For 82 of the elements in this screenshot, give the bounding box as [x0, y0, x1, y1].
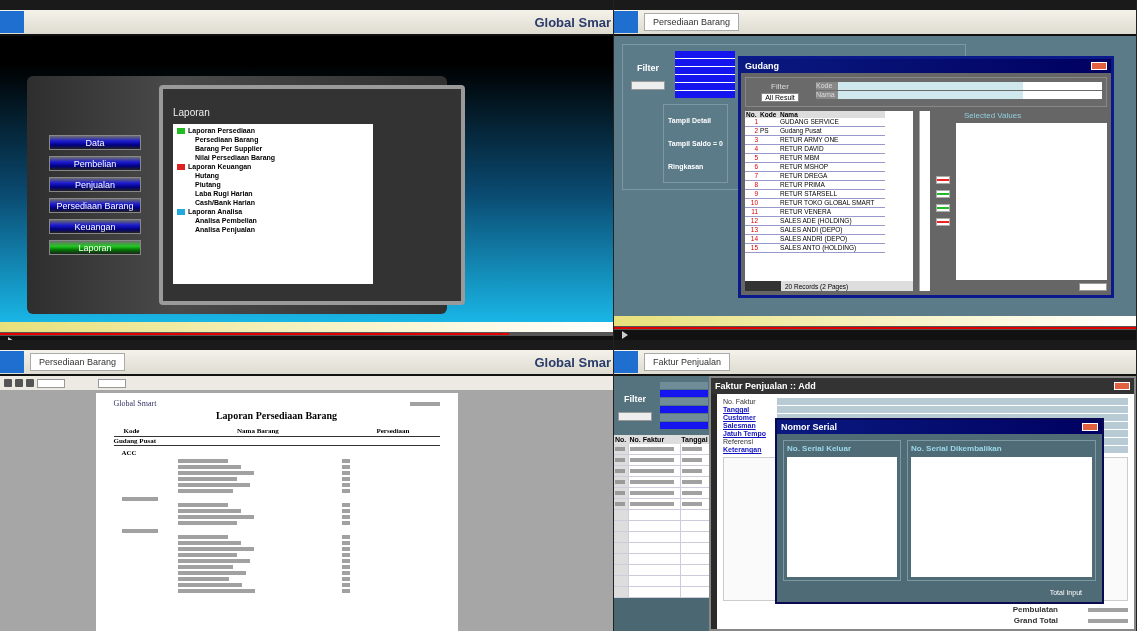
- group-title: No. Serial Dikembalikan: [911, 444, 1002, 453]
- blurred-text: [177, 509, 241, 513]
- menu-button[interactable]: Persediaan Barang: [49, 198, 141, 213]
- blurred-text: [177, 477, 237, 481]
- blurred-text: [409, 401, 440, 406]
- menu-button[interactable]: Penjualan: [49, 177, 141, 192]
- scrollbar[interactable]: [919, 111, 930, 291]
- filter-label: Filter: [624, 394, 646, 404]
- blurred-text: [177, 489, 233, 493]
- report-title: Laporan Persediaan Barang: [214, 410, 339, 421]
- blurred-text: [177, 583, 242, 587]
- blurred-text: [681, 458, 702, 462]
- ok-button[interactable]: [1079, 283, 1107, 291]
- menu-button[interactable]: Pembelian: [49, 156, 141, 171]
- blurred-text: [177, 521, 237, 525]
- close-button[interactable]: [1091, 62, 1107, 70]
- filter-field-list[interactable]: [660, 382, 708, 429]
- filter-label: Filter: [771, 82, 789, 91]
- blurred-text: [681, 447, 702, 451]
- blurred-text: [630, 480, 674, 484]
- blurred-text: [630, 502, 674, 506]
- reset-button[interactable]: [618, 412, 652, 421]
- blurred-text: [630, 491, 674, 495]
- blurred-text: [177, 535, 228, 539]
- panel-title: Laporan: [173, 107, 211, 118]
- zoom-field[interactable]: [37, 378, 65, 388]
- blurred-text: [630, 458, 674, 462]
- blurred-text: [121, 497, 158, 501]
- save-icon[interactable]: [15, 379, 23, 387]
- app-logo-icon: [0, 351, 24, 373]
- blurred-text: [681, 491, 702, 495]
- document-tab[interactable]: Faktur Penjualan: [644, 353, 731, 371]
- close-button[interactable]: [1082, 423, 1098, 431]
- move-arrow-button[interactable]: [936, 176, 950, 184]
- move-arrow-button[interactable]: [936, 218, 950, 226]
- blurred-text: [177, 577, 229, 581]
- app-logo-icon: [614, 351, 638, 373]
- selected-title: Selected Values: [963, 111, 1023, 120]
- filter-field-list[interactable]: [675, 51, 735, 98]
- reset-button[interactable]: [631, 81, 665, 90]
- blurred-text: [1088, 607, 1128, 612]
- filter-label: Filter: [637, 63, 659, 73]
- dialog-title: Nomor Serial: [781, 422, 838, 432]
- company-name: Global Smart: [113, 399, 157, 408]
- blurred-text: [177, 465, 241, 469]
- menu-button[interactable]: Laporan: [49, 240, 141, 255]
- blurred-text: [121, 529, 158, 533]
- printer-icon[interactable]: [4, 379, 12, 387]
- app-logo-icon: [0, 11, 24, 33]
- app-logo-icon: [614, 11, 638, 33]
- move-arrow-button[interactable]: [936, 204, 950, 212]
- blurred-text: [177, 503, 228, 507]
- blurred-text: [177, 541, 241, 545]
- move-arrow-button[interactable]: [936, 190, 950, 198]
- blurred-text: [681, 480, 702, 484]
- total-label: Pembulatan: [1012, 605, 1058, 614]
- blurred-text: [630, 447, 674, 451]
- blurred-text: [1088, 618, 1128, 623]
- blurred-text: [681, 469, 702, 473]
- close-button[interactable]: [1114, 382, 1130, 390]
- blurred-text: [177, 565, 233, 569]
- dialog-title: Gudang: [745, 61, 779, 71]
- input-field[interactable]: [777, 398, 1128, 405]
- search-icon[interactable]: [26, 379, 34, 387]
- blurred-text: [177, 459, 228, 463]
- blurred-text: [177, 553, 237, 557]
- group-title: No. Serial Keluar: [787, 444, 852, 453]
- menu-button[interactable]: Keuangan: [49, 219, 141, 234]
- app-title: Global Smar: [534, 14, 612, 30]
- blurred-text: [177, 571, 246, 575]
- document-tab[interactable]: Persediaan Barang: [644, 13, 740, 31]
- input-field[interactable]: [777, 406, 1128, 413]
- blurred-text: [681, 502, 702, 506]
- dialog-title: Faktur Penjualan :: Add: [715, 381, 816, 391]
- page-field[interactable]: [98, 378, 126, 388]
- total-label: Grand Total: [1013, 616, 1058, 625]
- filter-input[interactable]: [838, 91, 1102, 99]
- document-tab[interactable]: Persediaan Barang: [30, 353, 126, 371]
- filter-input[interactable]: [838, 82, 1102, 90]
- app-title: Global Smar: [534, 354, 612, 370]
- blurred-text: [630, 469, 674, 473]
- menu-button[interactable]: Data: [49, 135, 141, 150]
